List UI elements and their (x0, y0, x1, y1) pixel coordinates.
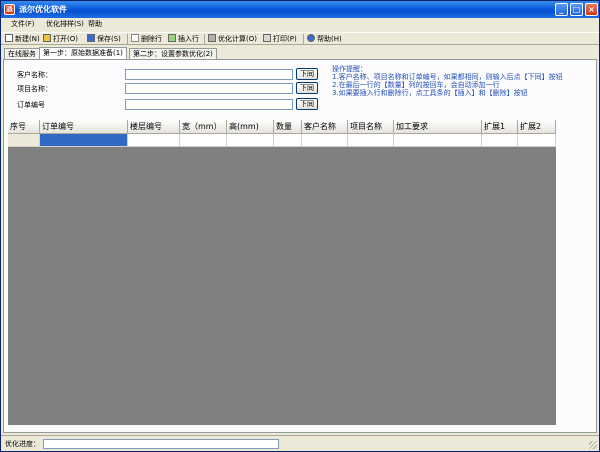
menu-optimize-layout[interactable]: 优化排样(S) (46, 20, 84, 29)
tab-strip: 在线服务 第一步：原始数据准备(1) 第二步：设置参数优化(2) (1, 47, 599, 59)
column-header-width[interactable]: 宽（mm） (180, 120, 227, 134)
tip-line: 2.在最后一行的【数量】列的按回车，会自动添加一行 (332, 81, 500, 89)
app-window: 派 派尔优化软件 _ □ × 文件(F) 优化排样(S) 帮助 新建(N) 打开… (0, 0, 600, 452)
column-header-ext1[interactable]: 扩展1 (482, 120, 518, 134)
table-cell-processing[interactable] (394, 134, 482, 147)
optimize-icon (208, 34, 216, 42)
window-title: 派尔优化软件 (19, 5, 67, 14)
data-grid[interactable]: 序号 订单编号 楼层编号 宽（mm） 高(mm) 数量 客户名称 项目名称 加工… (8, 120, 556, 425)
project-input[interactable] (125, 83, 293, 94)
column-header-ext2[interactable]: 扩展2 (518, 120, 556, 134)
delete-row-label: 删除行 (141, 35, 162, 43)
help-button[interactable]: 帮助(H) (307, 34, 342, 44)
tip-line: 3.如果要插入行和删除行，点工具条的【插入】和【删除】按钮 (332, 89, 528, 97)
column-header-height[interactable]: 高(mm) (227, 120, 274, 134)
tab-panel: 客户名称： 下同 项目名称： 下同 订单编号 下同 操作提醒： 1.客户名称、项… (3, 59, 597, 433)
column-header-order-no[interactable]: 订单编号 (40, 120, 128, 134)
save-button[interactable]: 保存(S) (87, 34, 121, 44)
delete-row-icon (131, 34, 139, 42)
new-icon (5, 34, 13, 42)
help-label: 帮助(H) (317, 35, 342, 43)
open-label: 打开(O) (53, 35, 78, 43)
tab-step2-params[interactable]: 第二步：设置参数优化(2) (129, 48, 217, 59)
title-bar[interactable]: 派 派尔优化软件 _ □ × (1, 1, 599, 18)
help-icon (307, 34, 315, 42)
menu-help[interactable]: 帮助 (88, 20, 102, 29)
tip-line: 1.客户名称、项目名称和订单编号，如果都相同，则输入后点【下同】按钮 (332, 73, 563, 81)
menu-bar: 文件(F) 优化排样(S) 帮助 (1, 18, 599, 31)
tips-title: 操作提醒： (332, 65, 367, 73)
toolbar-separator (303, 34, 304, 44)
delete-row-button[interactable]: 删除行 (131, 34, 162, 44)
close-button[interactable]: × (585, 3, 598, 16)
tab-online-service[interactable]: 在线服务 (4, 48, 40, 59)
project-label: 项目名称： (17, 85, 52, 93)
optimize-button[interactable]: 优化计算(O) (208, 34, 257, 44)
progress-label: 优化进度： (5, 440, 40, 448)
minimize-button[interactable]: _ (555, 3, 568, 16)
row-header-cell[interactable] (8, 134, 40, 147)
save-label: 保存(S) (97, 35, 121, 43)
column-header-quantity[interactable]: 数量 (274, 120, 302, 134)
optimize-progress-bar (43, 439, 279, 449)
save-icon (87, 34, 95, 42)
column-header-index[interactable]: 序号 (8, 120, 40, 134)
print-button[interactable]: 打印(P) (263, 34, 297, 44)
table-cell-customer[interactable] (302, 134, 348, 147)
table-cell-floor-no[interactable] (128, 134, 180, 147)
order-input[interactable] (125, 99, 293, 110)
table-cell-ext1[interactable] (482, 134, 518, 147)
grid-header: 序号 订单编号 楼层编号 宽（mm） 高(mm) 数量 客户名称 项目名称 加工… (8, 120, 556, 134)
column-header-customer[interactable]: 客户名称 (302, 120, 348, 134)
status-bar: 优化进度： (1, 435, 599, 451)
column-header-floor-no[interactable]: 楼层编号 (128, 120, 180, 134)
optimize-label: 优化计算(O) (218, 35, 257, 43)
table-cell-height[interactable] (227, 134, 274, 147)
order-label: 订单编号 (17, 101, 45, 109)
insert-row-button[interactable]: 插入行 (168, 34, 199, 44)
open-button[interactable]: 打开(O) (43, 34, 78, 44)
customer-label: 客户名称： (17, 71, 52, 79)
table-cell-project[interactable] (348, 134, 394, 147)
toolbar: 新建(N) 打开(O) 保存(S) 删除行 插入行 优化计算(O) 打印(P) … (1, 32, 599, 45)
toolbar-separator (204, 34, 205, 44)
resize-grip[interactable] (589, 441, 597, 449)
table-cell-width[interactable] (180, 134, 227, 147)
new-button[interactable]: 新建(N) (5, 34, 40, 44)
table-row (8, 134, 556, 147)
order-same-button[interactable]: 下同 (296, 98, 318, 110)
open-icon (43, 34, 51, 42)
customer-input[interactable] (125, 69, 293, 80)
column-header-project[interactable]: 项目名称 (348, 120, 394, 134)
toolbar-separator (127, 34, 128, 44)
table-cell-order-no[interactable] (40, 134, 128, 147)
insert-row-icon (168, 34, 176, 42)
maximize-button[interactable]: □ (570, 3, 583, 16)
print-icon (263, 34, 271, 42)
print-label: 打印(P) (273, 35, 297, 43)
app-icon: 派 (4, 4, 15, 15)
menu-file[interactable]: 文件(F) (11, 20, 35, 29)
customer-same-button[interactable]: 下同 (296, 68, 318, 80)
tab-step1-data[interactable]: 第一步：原始数据准备(1) (39, 47, 127, 59)
insert-row-label: 插入行 (178, 35, 199, 43)
column-header-processing[interactable]: 加工要求 (394, 120, 482, 134)
table-cell-ext2[interactable] (518, 134, 556, 147)
table-cell-quantity[interactable] (274, 134, 302, 147)
project-same-button[interactable]: 下同 (296, 82, 318, 94)
tips-panel: 操作提醒： 1.客户名称、项目名称和订单编号，如果都相同，则输入后点【下同】按钮… (332, 65, 592, 97)
new-label: 新建(N) (15, 35, 40, 43)
